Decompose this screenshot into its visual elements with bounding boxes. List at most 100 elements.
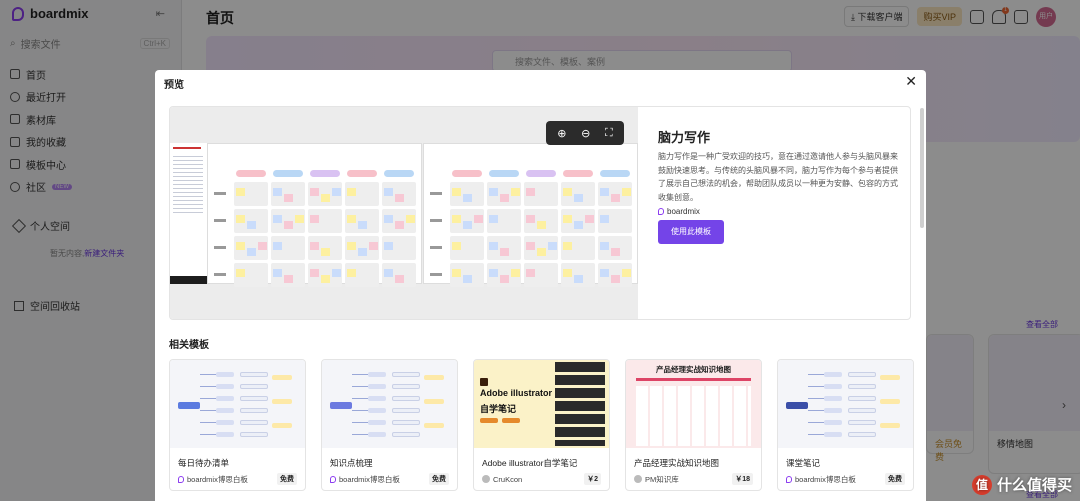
mindmap-leaf bbox=[272, 399, 292, 404]
ai-logo-icon bbox=[480, 378, 488, 386]
sticky-note bbox=[310, 242, 319, 250]
card-footer: PM知识库 ￥18 bbox=[626, 469, 761, 485]
zoom-in-icon[interactable]: ⊕ bbox=[557, 127, 566, 140]
preview-modal: 预览 ✕ ⊕ ⊖ ⛶ 脑力写作 脑力写作是一种广受欢迎的技巧，意在通过邀请他人参… bbox=[155, 70, 926, 501]
mindmap-leaf bbox=[424, 375, 444, 380]
cover-tag bbox=[502, 418, 520, 423]
sticky-note bbox=[489, 188, 498, 196]
sticky-note bbox=[384, 269, 393, 277]
template-card-knowledge[interactable]: 知识点梳理 boardmix博思白板 免费 bbox=[321, 359, 458, 491]
mindmap-root bbox=[178, 402, 200, 409]
zoom-out-icon[interactable]: ⊖ bbox=[581, 127, 590, 140]
template-description: 脑力写作是一种广受欢迎的技巧，意在通过邀请他人参与头脑风暴来鼓励快速思考。与传统… bbox=[658, 152, 898, 202]
column-header bbox=[236, 170, 266, 177]
sticky-note bbox=[347, 215, 356, 223]
sticky-note bbox=[600, 269, 609, 277]
sticky-note bbox=[452, 269, 461, 277]
mindmap-node bbox=[368, 420, 386, 425]
sticky-note bbox=[310, 188, 319, 196]
card-footer: boardmix博思白板 免费 bbox=[322, 469, 457, 485]
mindmap-node bbox=[216, 420, 234, 425]
card-author: boardmix博思白板 bbox=[795, 474, 856, 484]
sticky-note bbox=[369, 242, 378, 250]
modal-title: 预览 bbox=[164, 80, 184, 91]
column-header bbox=[563, 170, 593, 177]
sticky-note bbox=[347, 269, 356, 277]
sticky-note bbox=[511, 269, 520, 277]
sticky-note bbox=[321, 194, 330, 202]
use-template-button[interactable]: 使用此模板 bbox=[658, 220, 724, 244]
sticky-note bbox=[611, 275, 620, 283]
template-card-class-notes[interactable]: 课堂笔记 boardmix博思白板 免费 bbox=[777, 359, 914, 491]
sticky-note bbox=[284, 194, 293, 202]
boardmix-logo-icon bbox=[786, 475, 792, 483]
mindmap-node bbox=[368, 372, 386, 377]
modal-scrollbar[interactable] bbox=[920, 108, 924, 228]
mindmap-branch bbox=[200, 410, 216, 411]
mindmap-node bbox=[368, 432, 386, 437]
mindmap-node bbox=[216, 408, 234, 413]
author-avatar bbox=[482, 475, 490, 483]
card-author: boardmix博思白板 bbox=[339, 474, 400, 484]
lane-marker bbox=[214, 219, 226, 222]
sticky-note bbox=[321, 248, 330, 256]
mindmap-node bbox=[216, 396, 234, 401]
preview-canvas[interactable]: ⊕ ⊖ ⛶ bbox=[170, 107, 638, 319]
card-thumbnail: Adobe illustrator 自学笔记 bbox=[474, 360, 609, 448]
mindmap-leaf bbox=[848, 408, 876, 413]
sticky-note bbox=[585, 215, 594, 223]
cover-tag bbox=[480, 418, 498, 423]
mindmap-node bbox=[824, 420, 842, 425]
sticky-note bbox=[310, 215, 319, 223]
sticky-note bbox=[611, 248, 620, 256]
sticky-note bbox=[395, 221, 404, 229]
fullscreen-icon[interactable]: ⛶ bbox=[605, 127, 613, 140]
doc-footer-bar bbox=[170, 276, 207, 284]
sticky-note bbox=[247, 248, 256, 256]
mindmap-leaf bbox=[272, 423, 292, 428]
sticky-note bbox=[273, 269, 282, 277]
sticky-note bbox=[563, 242, 572, 250]
sticky-note bbox=[463, 221, 472, 229]
mindmap-leaf bbox=[240, 420, 268, 425]
boardmix-logo-icon bbox=[330, 475, 336, 483]
template-card-illustrator[interactable]: Adobe illustrator 自学笔记 Adobe illustrator… bbox=[473, 359, 610, 491]
mindmap-node bbox=[368, 384, 386, 389]
mindmap-leaf bbox=[848, 420, 876, 425]
sticky-note bbox=[247, 221, 256, 229]
sticky-note bbox=[395, 275, 404, 283]
cover-title-line2: 自学笔记 bbox=[480, 404, 517, 414]
cover-title-line1: Adobe illustrator bbox=[480, 388, 553, 398]
sticky-note bbox=[511, 188, 520, 196]
mindmap-node bbox=[824, 408, 842, 413]
sticky-note bbox=[463, 194, 472, 202]
sticky-note bbox=[358, 248, 367, 256]
sticky-note bbox=[321, 275, 330, 283]
mindmap-node bbox=[216, 432, 234, 437]
template-card-pm-map[interactable]: 产品经理实战知识地图 产品经理实战知识地图 PM知识库 ￥18 bbox=[625, 359, 762, 491]
close-icon[interactable]: ✕ bbox=[905, 73, 917, 90]
sticky-note bbox=[574, 221, 583, 229]
mindmap-branch bbox=[200, 398, 216, 399]
card-footer: boardmix博思白板 免费 bbox=[778, 469, 913, 485]
sticky-note bbox=[236, 188, 245, 196]
sticky-note bbox=[574, 275, 583, 283]
mindmap-leaf bbox=[880, 399, 900, 404]
sticky-note bbox=[548, 242, 557, 250]
template-card-daily-todo[interactable]: 每日待办清单 boardmix博思白板 免费 bbox=[169, 359, 306, 491]
mindmap-leaf bbox=[240, 396, 268, 401]
sticky-note bbox=[600, 242, 609, 250]
mindmap-leaf bbox=[848, 432, 876, 437]
column-header bbox=[600, 170, 630, 177]
mindmap-branch bbox=[352, 386, 368, 387]
mindmap-node bbox=[216, 372, 234, 377]
zoom-toolbar: ⊕ ⊖ ⛶ bbox=[546, 121, 624, 145]
watermark-text: 什么值得买 bbox=[996, 477, 1072, 494]
sticky-note bbox=[358, 221, 367, 229]
mindmap-leaf bbox=[392, 408, 420, 413]
mindmap-leaf bbox=[240, 408, 268, 413]
sticky-note bbox=[537, 248, 546, 256]
column-header bbox=[452, 170, 482, 177]
sticky-note bbox=[452, 188, 461, 196]
mindmap-branch bbox=[352, 410, 368, 411]
